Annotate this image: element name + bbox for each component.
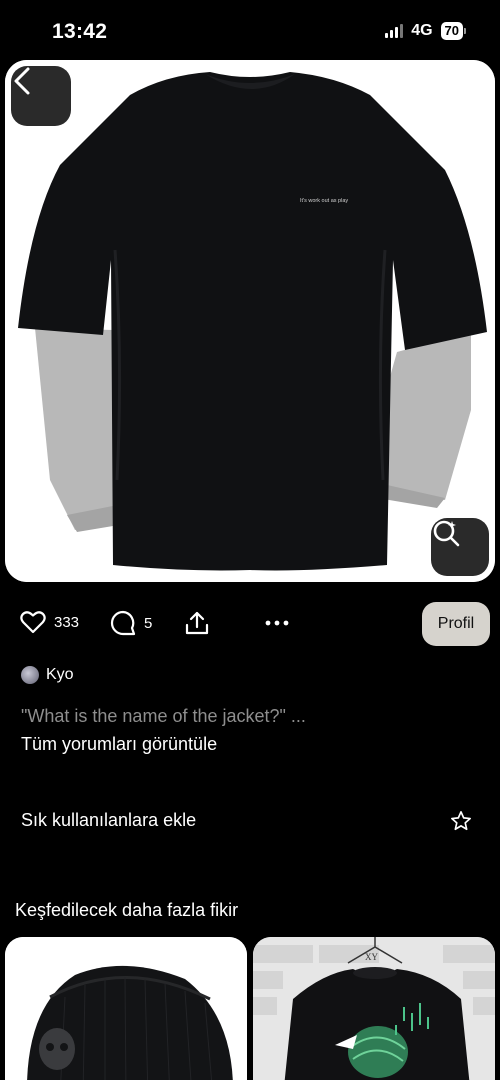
comment-button[interactable]: 5 (110, 610, 152, 636)
comment-author[interactable]: Kyo (21, 666, 74, 684)
beanie-image (5, 937, 247, 1080)
network-type: 4G (411, 22, 433, 39)
heart-icon (20, 611, 46, 634)
shirt-print-text: It's work out as play (300, 198, 348, 204)
view-all-comments-link[interactable]: Tüm yorumları görüntüle (21, 734, 217, 755)
more-button[interactable] (264, 610, 290, 636)
more-icon (265, 620, 289, 626)
share-button[interactable] (184, 610, 210, 636)
sweatshirt-image: It's work out as play (5, 60, 495, 582)
like-button[interactable]: 333 (20, 610, 79, 634)
related-pin-tshirt[interactable]: XY (253, 937, 495, 1080)
back-icon (14, 67, 30, 95)
like-count: 333 (54, 613, 80, 631)
tshirt-image: XY (253, 937, 495, 1080)
battery-level: 70 (440, 22, 463, 40)
share-icon (185, 611, 209, 635)
status-indicators: 4G 70 (385, 22, 466, 40)
related-pin-beanie[interactable] (5, 937, 247, 1080)
star-icon (451, 811, 471, 831)
favorite-star-button[interactable] (450, 810, 472, 837)
tshirt-hanger-label: XY (365, 952, 378, 962)
comment-text[interactable]: "What is the name of the jacket?" ... (21, 706, 306, 727)
back-button[interactable] (11, 66, 71, 126)
avatar (21, 666, 39, 684)
pin-image[interactable]: It's work out as play (5, 60, 495, 582)
status-bar: 13:42 4G 70 (0, 0, 500, 62)
status-time: 13:42 (52, 20, 108, 43)
visual-search-icon (433, 520, 460, 547)
comment-count: 5 (144, 614, 153, 632)
signal-icon (385, 24, 404, 38)
explore-section-title: Keşfedilecek daha fazla fikir (15, 900, 239, 920)
visual-search-button[interactable] (431, 518, 489, 576)
add-to-favorites-label[interactable]: Sık kullanılanlara ekle (21, 810, 196, 831)
battery-icon: 70 (440, 22, 466, 40)
comment-icon (110, 610, 136, 636)
profile-button[interactable]: Profil (422, 602, 490, 646)
comment-author-name: Kyo (46, 666, 74, 683)
action-row: 333 5 Profil (20, 602, 490, 646)
